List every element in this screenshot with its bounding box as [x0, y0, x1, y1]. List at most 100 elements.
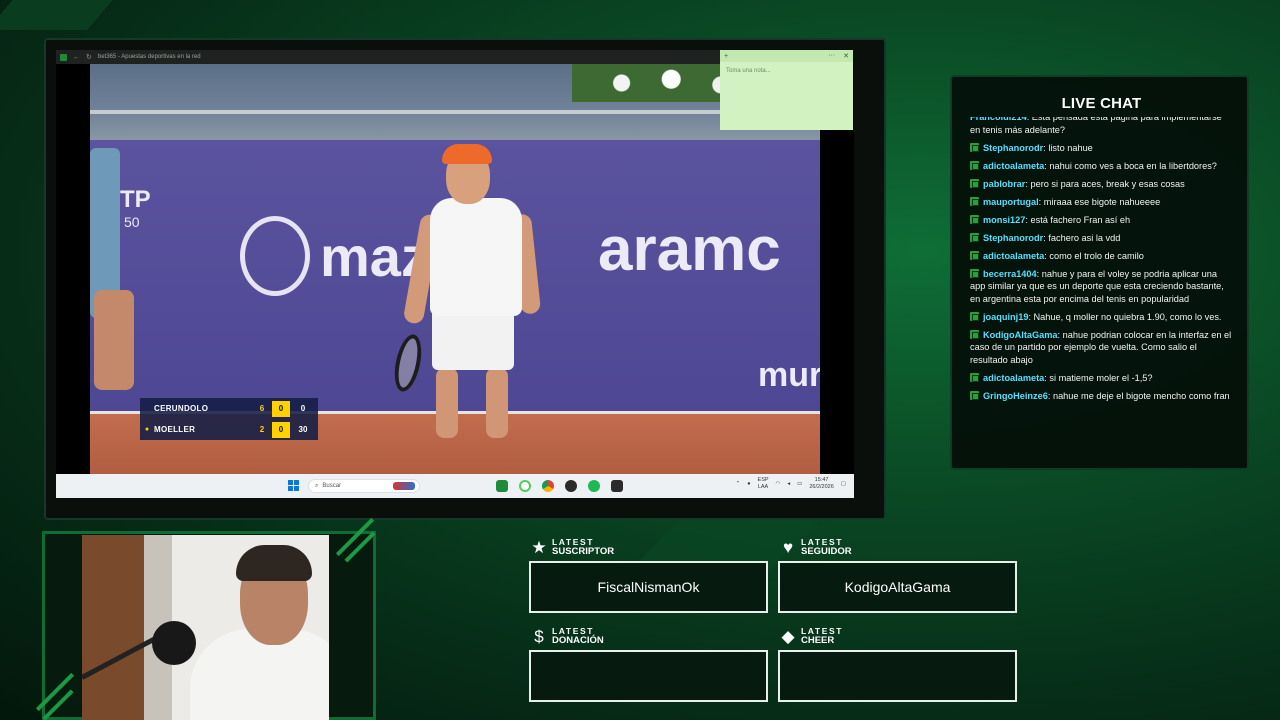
- player-leg: [486, 368, 508, 438]
- chat-username[interactable]: joaquinj19: [983, 312, 1028, 322]
- chat-badge-icon: [970, 372, 979, 382]
- game-score: 0: [272, 421, 290, 438]
- latest-cheer-box: [778, 650, 1017, 702]
- mazda-logo-icon: [240, 216, 310, 296]
- spotify-app-icon[interactable]: [588, 480, 600, 492]
- wifi-icon[interactable]: ◠: [776, 481, 781, 488]
- search-placeholder: Buscar: [322, 483, 342, 489]
- chat-text: Nahue, q moller no quiebra 1.90, como lo…: [1033, 311, 1222, 322]
- note-input[interactable]: Toma una nota...: [720, 62, 853, 80]
- chat-text: nahue me deje el bigote mencho como fran: [1052, 390, 1230, 401]
- chat-message: becerra1404: nahue y para el voley se po…: [970, 268, 1232, 306]
- browser-tab-title[interactable]: bet365 - Apuestas deportivas en la red: [98, 54, 201, 60]
- match-scoreboard: CERUNDOLO 6 0 0 ● MOELLER 2 0 30: [140, 398, 318, 440]
- back-icon[interactable]: ←: [73, 54, 80, 61]
- sticky-note-toolbar: + ··· ✕: [720, 50, 853, 62]
- chat-message: Stephanorodr: listo nahue: [970, 142, 1232, 155]
- notification-icon[interactable]: ▢: [841, 481, 846, 488]
- microphone-icon: [152, 621, 196, 665]
- reload-icon[interactable]: ↻: [86, 53, 92, 61]
- background-stripe: [0, 0, 113, 30]
- player-name: MOELLER: [154, 425, 196, 434]
- chat-text: como el trolo de camilo: [1049, 250, 1144, 261]
- microphone-icon[interactable]: ●: [747, 481, 750, 488]
- note-menu-button[interactable]: ···: [828, 52, 835, 60]
- latest-follower-name: KodigoAltaGama: [844, 579, 951, 595]
- chat-badge-icon: [970, 214, 979, 224]
- live-chat-panel: LIVE CHAT Francolul214: Esta pensada est…: [950, 75, 1249, 470]
- banner-text-50: 50: [124, 214, 140, 230]
- banner-text-tp: TP: [120, 186, 151, 213]
- chat-username[interactable]: adictoalameta: [983, 373, 1044, 383]
- chat-username[interactable]: mauportugal: [983, 197, 1039, 207]
- chrome-app-icon[interactable]: [542, 480, 554, 492]
- browser-tab-bar: ← ↻ bet365 - Apuestas deportivas en la r…: [56, 50, 720, 64]
- chat-username[interactable]: becerra1404: [983, 269, 1037, 279]
- heart-icon: ♥: [782, 537, 794, 557]
- sticky-note[interactable]: + ··· ✕ Toma una nota...: [720, 50, 853, 130]
- windows-taskbar: ⌕ Buscar ⌃ ● ESP LAA ◠ ◂ ▭ 15:47 26/2/20…: [56, 474, 854, 498]
- chat-badge-icon: [970, 232, 979, 242]
- chat-text: nahui como ves a boca en la libertdores?: [1049, 160, 1217, 171]
- volume-icon[interactable]: ◂: [787, 481, 790, 488]
- webcam-video: [82, 535, 329, 720]
- close-note-button[interactable]: ✕: [843, 52, 849, 60]
- chat-username[interactable]: Stephanorodr: [983, 143, 1043, 153]
- ball-kid-legs: [94, 290, 134, 390]
- add-note-button[interactable]: +: [724, 53, 728, 60]
- system-tray: ⌃ ● ESP LAA ◠ ◂ ▭ 15:47 26/2/2026 ▢: [736, 477, 846, 491]
- diamond-icon: ◆: [781, 626, 795, 646]
- search-icon: ⌕: [315, 482, 319, 489]
- chat-badge-icon: [970, 268, 979, 278]
- taskbar-search-input[interactable]: ⌕ Buscar: [308, 479, 420, 493]
- star-icon: ★: [531, 537, 547, 557]
- chat-badge-icon: [970, 311, 979, 321]
- chat-text: fachero asi la vdd: [1048, 232, 1121, 243]
- point-score: 0: [300, 404, 306, 413]
- chat-text: si matieme moler el -1,5?: [1049, 372, 1153, 383]
- chat-username[interactable]: Francolul214: [970, 117, 1027, 122]
- chat-username[interactable]: pablobrar: [983, 179, 1025, 189]
- chat-badge-icon: [970, 196, 979, 206]
- chat-badge-icon: [970, 160, 979, 170]
- player-cap: [442, 144, 492, 164]
- chat-badge-icon: [970, 142, 979, 152]
- latest-donation-header: $ LATEST DONACIÓN: [530, 627, 603, 646]
- app-icon[interactable]: [611, 480, 623, 492]
- chat-username[interactable]: monsi127: [983, 215, 1025, 225]
- player-name: CERUNDOLO: [154, 404, 209, 413]
- banner-text-mur: mur: [758, 356, 820, 394]
- set-score: 6: [259, 404, 265, 413]
- chat-username[interactable]: Stephanorodr: [983, 233, 1043, 243]
- live-chat-title: LIVE CHAT: [1061, 95, 1142, 112]
- latest-follower-header: ♥ LATEST SEGUIDOR: [779, 537, 852, 557]
- tray-expand-icon[interactable]: ⌃: [736, 481, 741, 488]
- video-frame: mazd aramc mur TP 50 CERUNDOLO 6 0 0 ● M…: [90, 64, 820, 474]
- chat-message: Francolul214: Esta pensada esta pagina p…: [970, 117, 1232, 136]
- scoreboard-row: ● MOELLER 2 0 30: [140, 419, 318, 440]
- chat-username[interactable]: adictoalameta: [983, 161, 1044, 171]
- whatsapp-app-icon[interactable]: [519, 480, 531, 492]
- chat-username[interactable]: adictoalameta: [983, 251, 1044, 261]
- game-score: 0: [272, 400, 290, 417]
- latest-follower-box: KodigoAltaGama: [778, 561, 1017, 613]
- chat-message: adictoalameta: si matieme moler el -1,5?: [970, 372, 1232, 385]
- clock[interactable]: 15:47 26/2/2026: [809, 477, 833, 491]
- battery-icon[interactable]: ▭: [797, 481, 802, 488]
- language-indicator[interactable]: ESP LAA: [758, 477, 769, 491]
- chat-message-list[interactable]: Francolul214: Esta pensada esta pagina p…: [970, 117, 1232, 451]
- chat-message: monsi127: está fachero Fran así eh: [970, 214, 1232, 227]
- background-door: [82, 535, 144, 720]
- serve-indicator: ●: [144, 426, 150, 433]
- chat-username[interactable]: GringoHeinze6: [983, 391, 1048, 401]
- stand-railing: [90, 110, 820, 114]
- chat-username[interactable]: KodigoAltaGama: [983, 330, 1058, 340]
- chat-message: KodigoAltaGama: nahue podrian colocar en…: [970, 329, 1232, 367]
- player-shirt: [430, 198, 522, 316]
- windows-start-icon[interactable]: [288, 480, 300, 492]
- obs-app-icon[interactable]: [565, 480, 577, 492]
- chat-message: adictoalameta: nahui como ves a boca en …: [970, 160, 1232, 173]
- excel-app-icon[interactable]: [496, 480, 508, 492]
- bet365-favicon-icon: [60, 53, 67, 61]
- chat-message: pablobrar: pero si para aces, break y es…: [970, 178, 1232, 191]
